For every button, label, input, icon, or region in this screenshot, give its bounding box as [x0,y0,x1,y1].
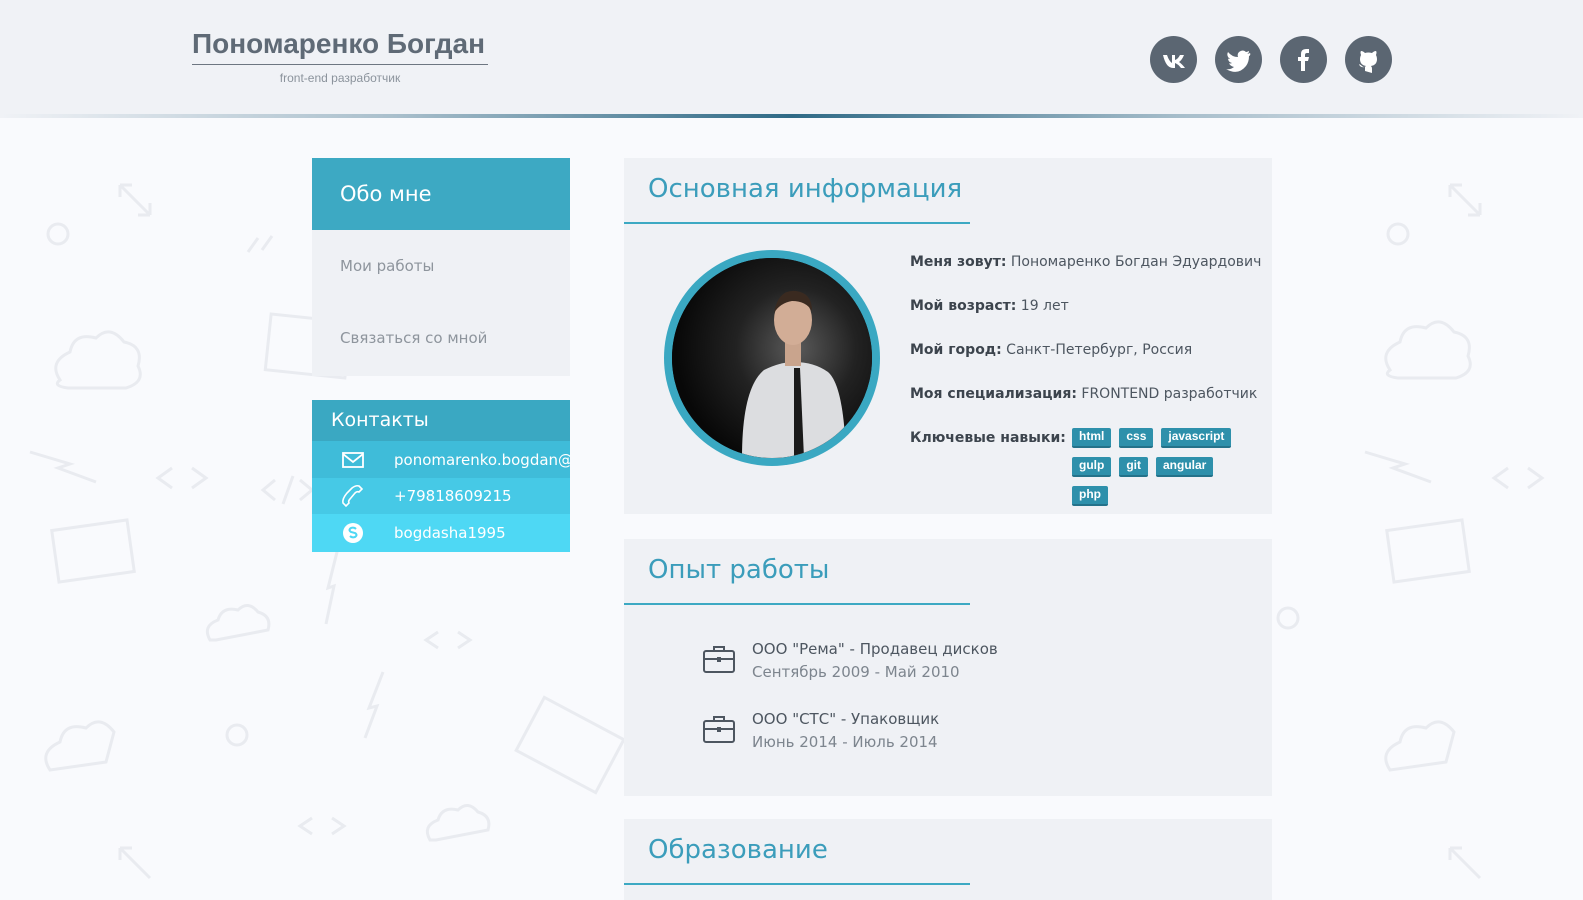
info-row-age: Мой возраст: 19 лет [910,298,1260,342]
info-label: Мой город: [910,342,1002,358]
main-info-card: Основная информация Меня зовут: Пономаре… [624,158,1272,514]
info-label: Мой возраст: [910,298,1017,314]
job-dates: Июнь 2014 - Июль 2014 [752,733,938,751]
briefcase-icon [703,646,735,673]
experience-title: Опыт работы [624,539,970,605]
skype-icon [312,521,394,545]
contact-email[interactable]: ponomarenko.bogdan@ [312,441,570,478]
monitor-doodle [50,518,136,584]
avatar [672,258,872,458]
info-value: FRONTEND разработчик [1081,386,1258,402]
nav-item-works[interactable]: Мои работы [312,230,570,302]
avatar-frame [664,250,880,466]
personal-info: Меня зовут: Пономаренко Богдан Эдуардови… [910,254,1262,515]
skill-tag: php [1072,486,1108,506]
cloud-doodle [44,720,116,772]
info-value: Санкт-Петербург, Россия [1006,342,1193,358]
logo: Пономаренко Богдан front-end разработчик [192,28,488,85]
avatar-photo [672,258,872,458]
contact-skype[interactable]: bogdasha1995 [312,514,570,552]
education-title: Образование [624,819,970,885]
logo-name: Пономаренко Богдан [192,28,488,65]
monitor-doodle [1385,518,1471,584]
facebook-icon [1297,48,1309,71]
skill-tag: javascript [1161,428,1232,448]
skills-row: Ключевые навыки: html css javascript gul… [910,428,1260,515]
cloud-doodle [425,804,491,842]
skill-tag: gulp [1072,457,1112,477]
site-header: Пономаренко Богдан front-end разработчик [0,0,1583,118]
facebook-link[interactable] [1280,36,1327,83]
job-title: ООО "Рема" - Продавец дисков [752,640,998,658]
sidebar-nav: Обо мне Мои работы Связаться со мной [312,158,570,376]
briefcase-icon [703,716,735,743]
github-icon [1358,50,1377,73]
info-label: Моя специализация: [910,386,1077,402]
twitter-icon [1225,50,1250,72]
job-list: ООО "Рема" - Продавец дисков Сентябрь 20… [702,638,998,778]
cloud-doodle [1384,720,1456,772]
cloud-doodle [205,604,271,642]
job-dates: Сентябрь 2009 - Май 2010 [752,663,960,681]
header-divider [0,114,1583,118]
experience-card: Опыт работы ООО "Рема" - Продавец дисков… [624,539,1272,796]
info-label: Меня зовут: [910,254,1007,270]
github-link[interactable] [1345,36,1392,83]
vk-link[interactable] [1150,36,1197,83]
info-value: 19 лет [1020,298,1069,314]
nav-item-contact[interactable]: Связаться со мной [312,302,570,374]
skill-tag: css [1119,428,1154,448]
skill-tag: html [1072,428,1112,448]
logo-subtitle: front-end разработчик [279,71,401,85]
info-row-specialization: Моя специализация: FRONTEND разработчик [910,386,1260,430]
vk-icon [1162,54,1185,68]
info-row-name: Меня зовут: Пономаренко Богдан Эдуардови… [910,254,1262,298]
contacts-title: Контакты [312,400,570,441]
contact-phone-value: +79818609215 [394,487,512,505]
twitter-link[interactable] [1215,36,1262,83]
job-item: ООО "СТС" - Упаковщик Июнь 2014 - Июль 2… [702,708,998,754]
social-links [1150,36,1392,83]
nav-item-about[interactable]: Обо мне [312,158,570,230]
skills-list: html css javascript gulp git angular php [1072,428,1252,515]
contacts-panel: Контакты ponomarenko.bogdan@ +7981860921… [312,400,570,552]
contact-skype-value: bogdasha1995 [394,524,506,542]
job-text: ООО "Рема" - Продавец дисков Сентябрь 20… [752,638,998,684]
monitor-doodle [514,695,626,795]
main-info-title: Основная информация [624,158,970,224]
job-text: ООО "СТС" - Упаковщик Июнь 2014 - Июль 2… [752,708,939,754]
cloud-doodle [1384,320,1472,380]
job-item: ООО "Рема" - Продавец дисков Сентябрь 20… [702,638,998,684]
education-card: Образование [624,819,1272,900]
info-row-city: Мой город: Санкт-Петербург, Россия [910,342,1260,386]
info-value: Пономаренко Богдан Эдуардович [1010,254,1262,270]
mail-icon [312,448,394,472]
job-title: ООО "СТС" - Упаковщик [752,710,940,728]
cloud-doodle [54,330,142,390]
skill-tag: angular [1156,457,1214,477]
skill-tag: git [1119,457,1148,477]
skills-label: Ключевые навыки: [910,430,1066,446]
phone-icon [312,484,394,508]
contact-phone[interactable]: +79818609215 [312,478,570,514]
contact-email-value: ponomarenko.bogdan@ [394,450,570,469]
